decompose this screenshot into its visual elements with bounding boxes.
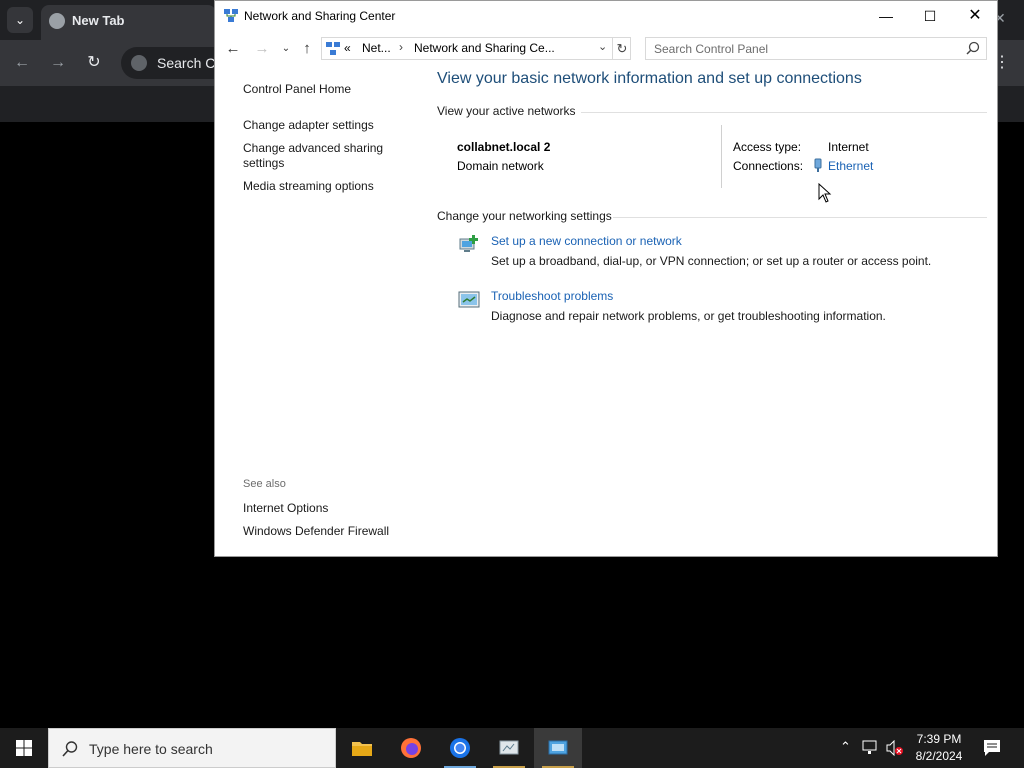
- access-type-value: Internet: [828, 140, 869, 154]
- change-advanced-sharing-link[interactable]: Change advanced sharing settings: [243, 141, 413, 171]
- network-tray-button[interactable]: [860, 728, 882, 768]
- volume-muted-icon: [886, 740, 903, 756]
- tab-title: New Tab: [72, 13, 125, 28]
- control-panel-button[interactable]: [534, 728, 582, 768]
- control-panel-home-link[interactable]: Control Panel Home: [243, 82, 413, 97]
- network-app-icon: [499, 740, 519, 755]
- google-icon: [131, 55, 147, 71]
- start-button[interactable]: [0, 728, 48, 768]
- chrome-button[interactable]: [436, 728, 484, 768]
- address-bar[interactable]: « Net... › Network and Sharing Ce... ⌄ ↻: [321, 37, 631, 60]
- reload-icon[interactable]: ↻: [83, 52, 105, 74]
- taskbar-search-text: Type here to search: [89, 741, 213, 757]
- notifications-button[interactable]: [980, 728, 1004, 768]
- network-icon: [224, 9, 238, 22]
- access-type-label: Access type:: [733, 140, 802, 154]
- search-icon: [966, 41, 980, 55]
- internet-options-link[interactable]: Internet Options: [243, 501, 413, 516]
- new-tab-icon: [49, 13, 65, 29]
- setup-connection-link[interactable]: Set up a new connection or network: [491, 234, 682, 248]
- volume-tray-button[interactable]: [884, 728, 906, 768]
- browser-tab[interactable]: New Tab: [41, 5, 216, 40]
- network-type-link[interactable]: Domain network: [457, 159, 544, 173]
- page-title: View your basic network information and …: [437, 70, 862, 87]
- setup-connection-description: Set up a broadband, dial-up, or VPN conn…: [491, 254, 932, 268]
- file-explorer-button[interactable]: [338, 728, 386, 768]
- search-box[interactable]: [645, 37, 987, 60]
- breadcrumb-overflow[interactable]: «: [344, 41, 351, 55]
- firefox-icon: [401, 738, 421, 758]
- maximize-button[interactable]: ☐: [907, 1, 953, 31]
- clock-time: 7:39 PM: [916, 732, 962, 746]
- recent-locations-icon[interactable]: ⌄: [276, 39, 296, 59]
- minimize-button[interactable]: —: [863, 1, 909, 31]
- mouse-cursor-icon: [818, 183, 832, 203]
- active-networks-heading: View your active networks: [437, 104, 576, 118]
- ethernet-link[interactable]: Ethernet: [828, 159, 873, 173]
- new-connection-icon: [459, 235, 478, 252]
- breadcrumb-current[interactable]: Network and Sharing Ce...: [414, 41, 555, 55]
- network-app-button[interactable]: [485, 728, 533, 768]
- chevron-down-icon[interactable]: ⌄: [598, 40, 607, 53]
- divider: [613, 217, 987, 218]
- ethernet-icon: [814, 158, 822, 172]
- folder-icon: [352, 742, 372, 756]
- clock[interactable]: 7:39 PM 8/2/2024: [906, 731, 972, 765]
- troubleshoot-icon: [458, 291, 480, 308]
- taskbar-search[interactable]: Type here to search: [48, 728, 336, 768]
- back-icon[interactable]: ←: [11, 52, 33, 74]
- notification-icon: [984, 740, 1000, 756]
- see-also-label: See also: [243, 478, 286, 490]
- search-icon: [62, 741, 78, 757]
- clock-date: 8/2/2024: [915, 749, 963, 763]
- breadcrumb-network[interactable]: Net...: [362, 41, 391, 55]
- media-streaming-link[interactable]: Media streaming options: [243, 179, 413, 194]
- divider: [581, 112, 987, 113]
- left-pane: Control Panel Home Change adapter settin…: [215, 65, 425, 555]
- forward-icon[interactable]: →: [47, 52, 69, 74]
- troubleshoot-description: Diagnose and repair network problems, or…: [491, 309, 886, 323]
- back-button[interactable]: ←: [223, 39, 243, 59]
- forward-button[interactable]: →: [252, 39, 272, 59]
- firewall-link[interactable]: Windows Defender Firewall: [243, 524, 413, 539]
- chrome-icon: [450, 738, 470, 758]
- network-sharing-window: Network and Sharing Center — ☐ ✕ ← → ⌄ ↑…: [214, 0, 998, 557]
- troubleshoot-link[interactable]: Troubleshoot problems: [491, 289, 613, 303]
- firefox-button[interactable]: [387, 728, 435, 768]
- chevron-up-icon: ⌃: [840, 739, 851, 754]
- title-bar[interactable]: Network and Sharing Center — ☐ ✕: [215, 1, 997, 32]
- refresh-button[interactable]: ↻: [612, 38, 631, 59]
- address-row: ← → ⌄ ↑ « Net... › Network and Sharing C…: [215, 33, 997, 65]
- control-panel-icon: [548, 740, 568, 755]
- close-button[interactable]: ✕: [952, 1, 998, 31]
- change-settings-heading: Change your networking settings: [437, 209, 612, 223]
- network-icon: [326, 42, 340, 55]
- search-input[interactable]: [646, 38, 956, 59]
- window-title: Network and Sharing Center: [244, 9, 396, 23]
- windows-icon: [16, 740, 32, 756]
- change-adapter-settings-link[interactable]: Change adapter settings: [243, 118, 413, 133]
- taskbar: Type here to search ⌃ 7:39 PM 8/2/2024: [0, 728, 1024, 768]
- tab-search-button[interactable]: ⌄: [7, 7, 33, 33]
- divider: [721, 125, 722, 188]
- network-status-icon: [862, 740, 877, 754]
- up-button[interactable]: ↑: [297, 39, 317, 59]
- show-hidden-icons-button[interactable]: ⌃: [838, 728, 856, 768]
- network-name: collabnet.local 2: [457, 140, 551, 154]
- chevron-right-icon[interactable]: ›: [399, 40, 403, 54]
- connections-label: Connections:: [733, 159, 804, 173]
